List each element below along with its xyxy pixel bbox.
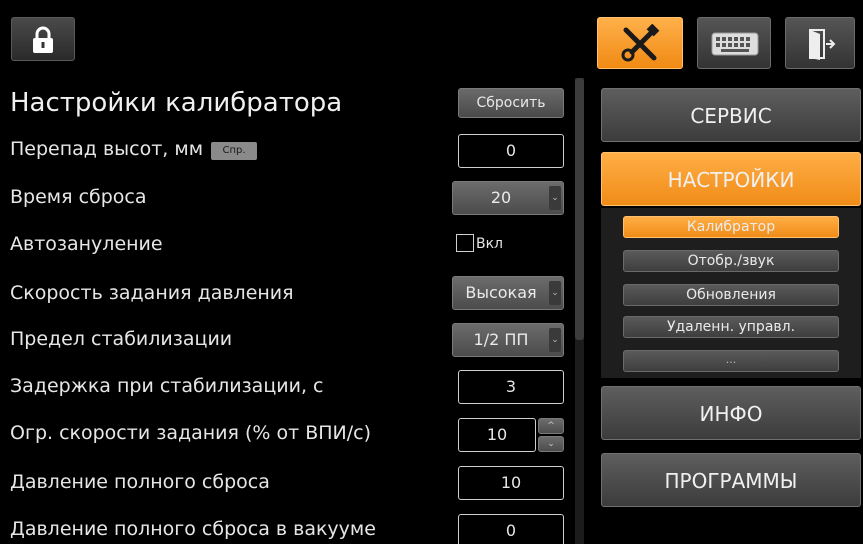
tools-icon (621, 24, 660, 62)
subnav-more[interactable]: ... (623, 350, 839, 372)
speed-limit-increment-button[interactable]: ^ (538, 418, 564, 434)
exit-button[interactable] (785, 17, 855, 69)
auto-zero-checkbox[interactable] (456, 234, 474, 252)
stabilization-delay-input[interactable]: 3 (458, 370, 564, 404)
height-diff-row: Перепад высот, мм Спр. (10, 138, 258, 160)
stabilization-limit-label: Предел стабилизации (10, 328, 233, 350)
stabilization-limit-value: 1/2 ПП (473, 330, 529, 349)
nav-programs[interactable]: ПРОГРАММЫ (601, 453, 861, 507)
speed-limit-label: Огр. скорости задания (% от ВПИ/с) (10, 422, 372, 444)
nav-settings[interactable]: НАСТРОЙКИ (601, 152, 861, 206)
chevron-down-icon: ⌄ (549, 281, 561, 305)
subnav-remote-control[interactable]: Удаленн. управл. (623, 316, 839, 338)
nav-info[interactable]: ИНФО (601, 386, 861, 440)
vacuum-reset-pressure-input[interactable]: 0 (458, 514, 564, 544)
height-diff-label: Перепад высот, мм (10, 138, 204, 160)
settings-scrollbar-thumb[interactable] (575, 78, 584, 340)
chevron-down-icon: ⌄ (549, 328, 561, 352)
height-diff-input[interactable]: 0 (458, 134, 564, 168)
subnav-updates[interactable]: Обновления (623, 284, 839, 306)
reference-button[interactable]: Спр. (211, 142, 258, 160)
pressure-speed-select[interactable]: Высокая ⌄ (452, 276, 564, 310)
keyboard-button[interactable] (697, 17, 771, 69)
subnav-calibrator[interactable]: Калибратор (623, 216, 839, 238)
lock-button[interactable] (11, 17, 75, 61)
tools-button[interactable] (597, 17, 683, 69)
auto-zero-checkbox-label: Вкл (476, 236, 504, 252)
reset-time-select[interactable]: 20 ⌄ (452, 181, 564, 215)
settings-subnav: Калибратор Отобр./звук Обновления Удален… (601, 208, 861, 378)
pressure-speed-value: Высокая (465, 283, 537, 302)
reset-time-label: Время сброса (10, 186, 147, 208)
reset-time-value: 20 (490, 188, 512, 207)
top-bar (0, 0, 863, 70)
auto-zero-label: Автозануление (10, 233, 163, 255)
keyboard-icon (711, 32, 759, 56)
stabilization-delay-label: Задержка при стабилизации, с (10, 375, 324, 397)
page-title: Настройки калибратора (10, 88, 343, 118)
subnav-display-sound[interactable]: Отобр./звук (623, 250, 839, 272)
calibrator-settings-panel: Настройки калибратора Сбросить Перепад в… (0, 78, 590, 544)
vacuum-reset-pressure-label: Давление полного сброса в вакууме (10, 518, 376, 540)
exit-icon (809, 29, 836, 60)
pressure-speed-label: Скорость задания давления (10, 282, 294, 304)
nav-service[interactable]: СЕРВИС (601, 88, 861, 142)
speed-limit-input[interactable]: 10 (458, 418, 536, 452)
full-reset-pressure-input[interactable]: 10 (458, 466, 564, 500)
reset-button[interactable]: Сбросить (458, 88, 564, 118)
speed-limit-decrement-button[interactable]: ⌄ (538, 436, 564, 452)
lock-icon (33, 26, 53, 53)
stabilization-limit-select[interactable]: 1/2 ПП ⌄ (452, 323, 564, 357)
chevron-down-icon: ⌄ (549, 186, 561, 210)
full-reset-pressure-label: Давление полного сброса (10, 471, 270, 493)
